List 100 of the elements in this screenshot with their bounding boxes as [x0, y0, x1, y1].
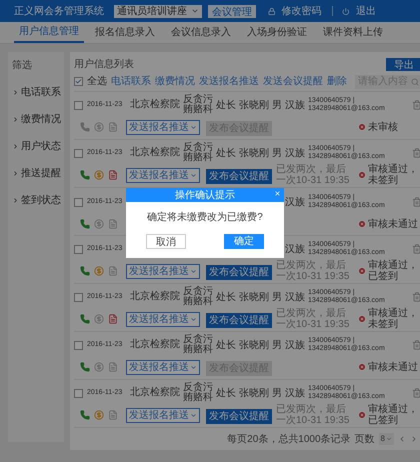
document-icon[interactable] [108, 410, 118, 420]
push-select[interactable]: 发送报名推送 [126, 264, 200, 278]
search-icon[interactable] [411, 78, 419, 86]
coin-icon[interactable] [94, 362, 104, 372]
department-text: 反贪污贿赂科 [183, 287, 213, 307]
phone-icon[interactable] [80, 314, 90, 324]
trash-icon[interactable] [412, 292, 420, 302]
cancel-button[interactable]: 取消 [146, 234, 186, 249]
trash-icon[interactable] [412, 100, 420, 110]
trash-icon[interactable] [412, 148, 420, 158]
name-text: 张晓刚 [239, 386, 269, 400]
coin-icon[interactable] [94, 219, 104, 229]
position-text: 处长 [216, 98, 236, 112]
document-icon[interactable] [108, 362, 118, 372]
tab[interactable]: 用户信息管理 [14, 22, 84, 43]
status-icon [358, 123, 366, 131]
name-text: 张晓刚 [239, 146, 269, 160]
push-select[interactable]: 发送报名推送 [126, 408, 200, 422]
publish-reminder-button[interactable]: 发布会议提醒 [206, 265, 272, 280]
filter-item[interactable]: 缴费情况 [12, 112, 60, 127]
ethnicity-text: 汉族 [285, 196, 305, 210]
tab[interactable]: 报名信息录入 [90, 22, 160, 43]
filter-item[interactable]: 电话联系 [12, 85, 60, 100]
status-text: 审核通过，未签到 [368, 164, 419, 186]
phone-icon[interactable] [80, 219, 90, 229]
action-link[interactable]: 发送会议提醒 [263, 74, 323, 89]
checkbox[interactable] [74, 292, 83, 302]
caret-icon [386, 436, 392, 442]
phone-icon[interactable] [80, 122, 90, 132]
select-all-label[interactable]: 全选 [87, 74, 107, 89]
pagination-summary: 每页20条，总共1000条记录 [227, 432, 351, 446]
document-icon[interactable] [108, 170, 118, 180]
checkbox[interactable] [74, 198, 83, 206]
checkbox[interactable] [74, 77, 83, 86]
push-select[interactable]: 发送报名推送 [126, 312, 200, 326]
checkbox[interactable] [74, 388, 83, 398]
status-icon [358, 220, 366, 228]
page-select[interactable]: 8 [378, 433, 394, 445]
ethnicity-text: 汉族 [285, 242, 305, 256]
trash-icon[interactable] [412, 244, 420, 254]
publish-reminder-button[interactable]: 发布会议提醒 [206, 313, 272, 328]
status-text: 审核通过，已签到 [368, 260, 419, 282]
action-link[interactable]: 发送报名推送 [199, 74, 259, 89]
meeting-select[interactable]: 通讯员培训讲座 [114, 4, 202, 18]
previous-page-icon[interactable] [398, 435, 406, 443]
action-link[interactable]: 缴费情况 [155, 74, 195, 89]
coin-icon[interactable] [94, 314, 104, 324]
publish-reminder-button[interactable]: 发布会议提醒 [206, 409, 272, 424]
filter-item[interactable]: 签到状态 [12, 193, 60, 208]
filter-item[interactable]: 推送提醒 [12, 166, 60, 181]
export-button[interactable]: 导出 [386, 58, 420, 70]
action-link[interactable]: 电话联系 [111, 74, 151, 89]
dialog-message: 确定将未缴费改为已缴费? [146, 210, 264, 225]
checkbox[interactable] [74, 148, 83, 158]
status-icon [358, 267, 366, 275]
tab[interactable]: 课件资料上传 [318, 22, 388, 43]
position-text: 处长 [216, 290, 236, 304]
meeting-manage-button[interactable]: 会议管理 [208, 4, 256, 18]
coin-icon[interactable] [94, 122, 104, 132]
list-title: 用户信息列表 [74, 58, 134, 72]
document-icon[interactable] [108, 266, 118, 276]
filter-item[interactable]: 用户状态 [12, 139, 60, 154]
caret-icon [190, 268, 197, 274]
document-icon[interactable] [108, 314, 118, 324]
document-icon[interactable] [108, 122, 118, 132]
ethnicity-text: 汉族 [285, 290, 305, 304]
action-link[interactable]: 删除 [327, 74, 347, 89]
phone-icon[interactable] [80, 266, 90, 276]
logout-link[interactable]: 退出 [356, 4, 376, 18]
checkbox[interactable] [74, 244, 83, 254]
change-password-link[interactable]: 修改密码 [282, 4, 322, 18]
document-icon[interactable] [108, 219, 118, 229]
confirm-button[interactable]: 确定 [224, 234, 264, 249]
caret-icon [190, 172, 197, 178]
coin-icon[interactable] [94, 266, 104, 276]
push-select[interactable]: 发送报名推送 [126, 120, 200, 134]
push-select[interactable]: 发送报名推送 [126, 360, 200, 374]
tab[interactable]: 会议信息录入 [166, 22, 236, 43]
phone-icon[interactable] [80, 410, 90, 420]
coin-icon[interactable] [94, 170, 104, 180]
phone-icon[interactable] [80, 362, 90, 372]
trash-icon[interactable] [412, 197, 420, 207]
phone-icon[interactable] [80, 170, 90, 180]
ethnicity-text: 汉族 [285, 146, 305, 160]
tab[interactable]: 入场身份验证 [242, 22, 312, 43]
close-icon[interactable] [274, 190, 281, 197]
caret-icon [190, 412, 197, 418]
trash-icon[interactable] [412, 340, 420, 350]
next-page-icon[interactable] [410, 435, 418, 443]
publish-reminder-button[interactable]: 发布会议提醒 [206, 169, 272, 184]
chevron-icon [12, 143, 19, 150]
checkbox[interactable] [74, 340, 83, 350]
organization-text: 北京检察院 [130, 388, 180, 398]
gender-text: 男 [272, 338, 282, 352]
organization-text: 北京检察院 [130, 100, 180, 110]
checkbox[interactable] [74, 100, 83, 110]
push-select[interactable]: 发送报名推送 [126, 168, 200, 182]
position-text: 处长 [216, 386, 236, 400]
coin-icon[interactable] [94, 410, 104, 420]
trash-icon[interactable] [412, 388, 420, 398]
